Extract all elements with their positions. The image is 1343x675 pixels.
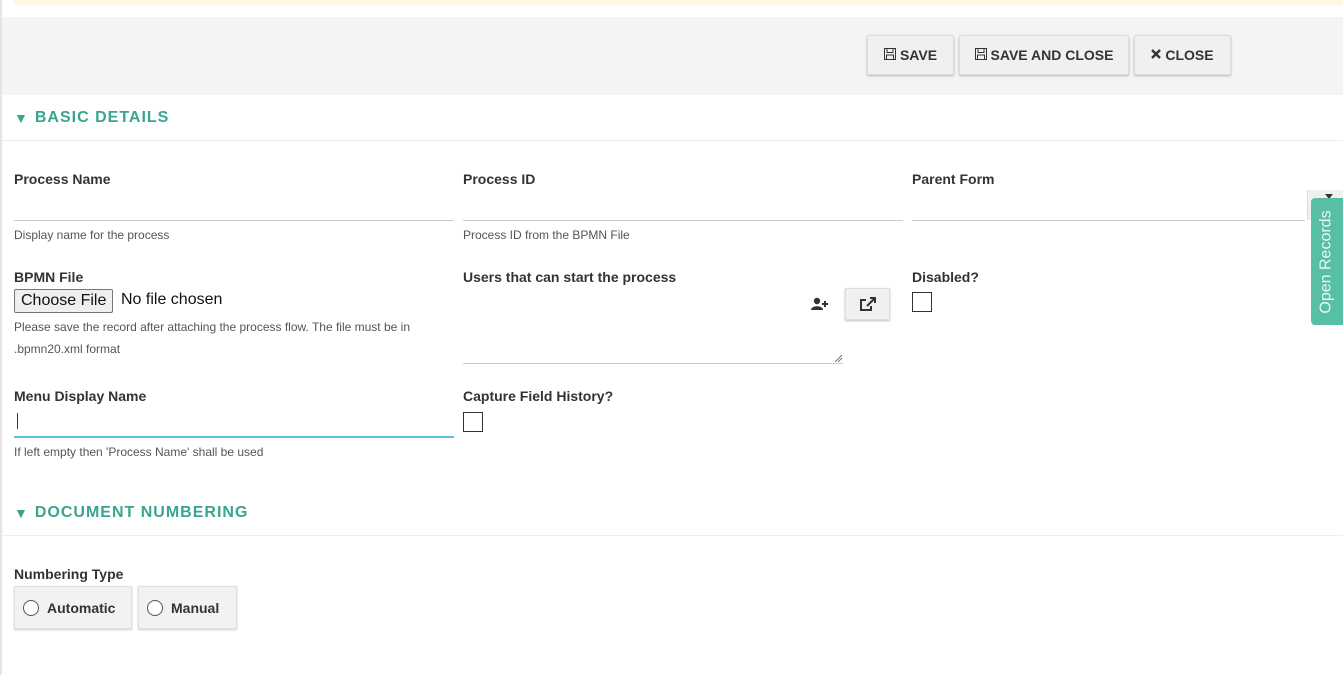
process-name-label: Process Name: [14, 171, 111, 187]
section-basic-details-title: BASIC DETAILS: [34, 109, 170, 126]
capture-history-checkbox[interactable]: [463, 412, 483, 432]
section-document-numbering[interactable]: ▼ DOCUMENT NUMBERING: [14, 504, 248, 522]
open-records-label: Open Records: [1318, 209, 1336, 314]
section-basic-details[interactable]: ▼ BASIC DETAILS: [14, 109, 169, 127]
radio-circle: [147, 599, 163, 616]
divider: [2, 140, 1343, 141]
open-users-button[interactable]: [845, 288, 890, 320]
bpmn-file-help-line2: .bpmn20.xml format: [14, 342, 121, 356]
save-button[interactable]: SAVE: [867, 35, 954, 75]
triangle-down-icon: ▼: [14, 110, 29, 126]
process-id-input[interactable]: [463, 199, 903, 221]
section-document-numbering-title: DOCUMENT NUMBERING: [34, 504, 249, 521]
menu-display-name-help: If left empty then 'Process Name' shall …: [14, 445, 264, 459]
save-and-close-button[interactable]: SAVE AND CLOSE: [959, 35, 1129, 75]
parent-form-label: Parent Form: [912, 171, 995, 187]
process-name-help: Display name for the process: [14, 228, 170, 242]
triangle-down-icon: ▼: [14, 505, 29, 521]
file-status: No file chosen: [121, 291, 223, 308]
external-link-icon: [859, 297, 876, 311]
save-label: SAVE: [899, 47, 938, 63]
divider: [2, 535, 1343, 536]
text-cursor: [17, 413, 18, 429]
close-icon: [1151, 49, 1162, 61]
bpmn-file-label: BPMN File: [14, 269, 84, 285]
resize-handle-icon[interactable]: [833, 353, 843, 363]
save-and-close-label: SAVE AND CLOSE: [990, 47, 1114, 63]
numbering-manual-label: Manual: [171, 599, 220, 616]
capture-history-label: Capture Field History?: [463, 388, 614, 404]
bpmn-file-help-line1: Please save the record after attaching t…: [14, 320, 410, 334]
disabled-checkbox[interactable]: [912, 292, 932, 312]
numbering-manual-option[interactable]: Manual: [138, 586, 237, 629]
parent-form-select[interactable]: [912, 199, 1305, 221]
numbering-type-label: Numbering Type: [14, 566, 124, 582]
user-plus-icon[interactable]: [811, 297, 829, 314]
menu-display-name-input[interactable]: [14, 410, 454, 438]
menu-display-name-label: Menu Display Name: [14, 388, 147, 404]
floppy-icon: [974, 48, 987, 62]
choose-file-button[interactable]: Choose File: [14, 289, 114, 313]
close-label: CLOSE: [1165, 47, 1214, 63]
open-records-tab[interactable]: Open Records: [1311, 198, 1343, 325]
process-id-label: Process ID: [463, 171, 536, 187]
process-name-input[interactable]: [14, 199, 454, 221]
numbering-automatic-option[interactable]: Automatic: [14, 586, 132, 629]
notice-bar: [14, 0, 1343, 5]
left-edge: [0, 0, 2, 675]
numbering-automatic-label: Automatic: [47, 599, 116, 616]
radio-circle: [23, 599, 39, 616]
users-label: Users that can start the process: [463, 269, 677, 285]
disabled-label: Disabled?: [912, 269, 979, 285]
close-button[interactable]: CLOSE: [1134, 35, 1231, 75]
users-textarea[interactable]: [463, 292, 843, 364]
process-id-help: Process ID from the BPMN File: [463, 228, 630, 242]
floppy-icon: [883, 48, 896, 62]
